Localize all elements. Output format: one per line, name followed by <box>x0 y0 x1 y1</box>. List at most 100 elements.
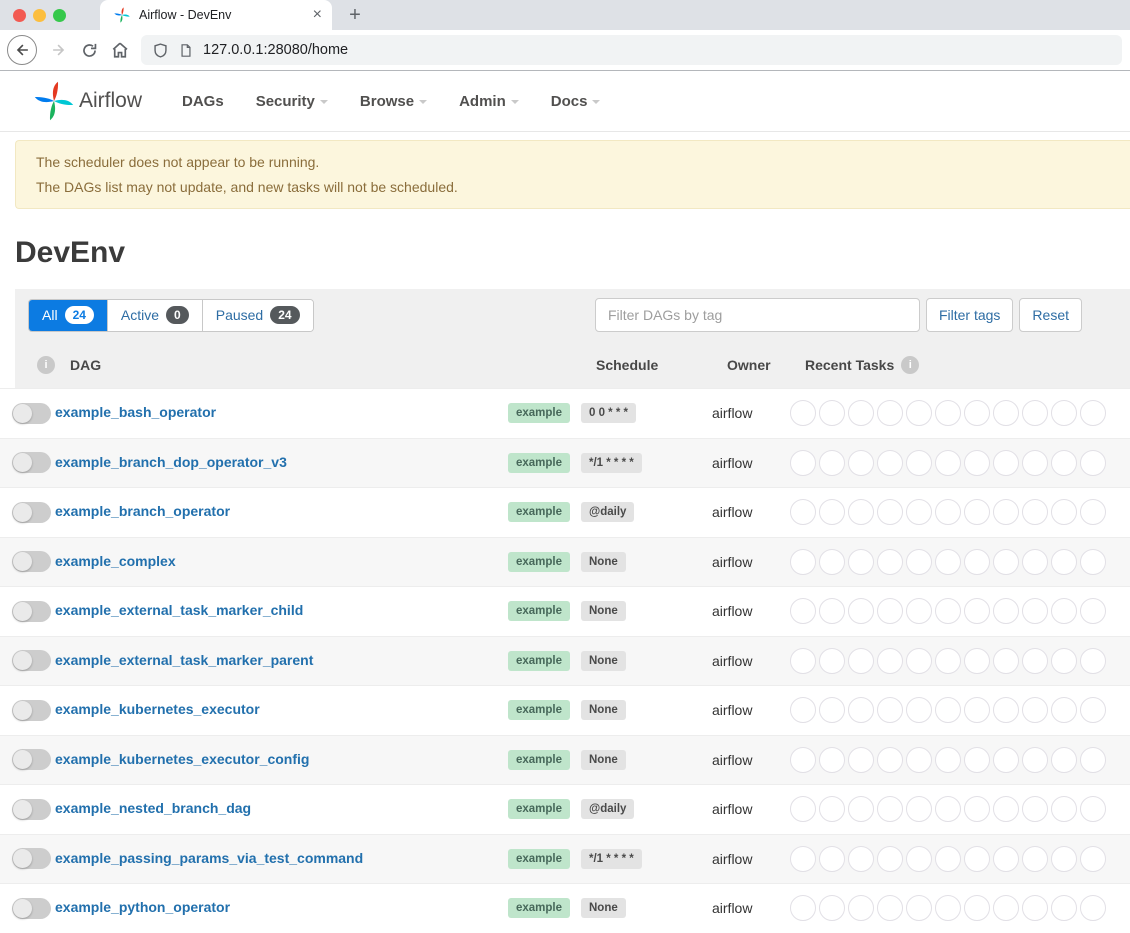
dag-tag-badge[interactable]: example <box>508 453 570 473</box>
recent-task-circle[interactable] <box>964 549 990 575</box>
recent-task-circle[interactable] <box>1080 796 1106 822</box>
recent-task-circle[interactable] <box>935 697 961 723</box>
recent-task-circle[interactable] <box>1051 697 1077 723</box>
recent-task-circle[interactable] <box>790 747 816 773</box>
recent-task-circle[interactable] <box>848 796 874 822</box>
filter-tab-all[interactable]: All 24 <box>29 300 107 331</box>
recent-task-circle[interactable] <box>848 697 874 723</box>
recent-task-circle[interactable] <box>819 846 845 872</box>
new-tab-button[interactable]: + <box>342 2 368 28</box>
recent-task-circle[interactable] <box>1022 697 1048 723</box>
recent-task-circle[interactable] <box>1080 549 1106 575</box>
menu-item-docs[interactable]: Docs <box>551 93 601 110</box>
recent-task-circle[interactable] <box>877 598 903 624</box>
recent-task-circle[interactable] <box>848 499 874 525</box>
recent-task-circle[interactable] <box>964 846 990 872</box>
reload-button[interactable] <box>81 42 98 59</box>
dag-pause-toggle[interactable] <box>12 502 51 523</box>
recent-task-circle[interactable] <box>1080 895 1106 921</box>
recent-task-circle[interactable] <box>819 499 845 525</box>
dag-pause-toggle[interactable] <box>12 749 51 770</box>
recent-task-circle[interactable] <box>906 450 932 476</box>
schedule-badge[interactable]: 0 0 * * * <box>581 403 636 423</box>
recent-task-circle[interactable] <box>993 400 1019 426</box>
dag-pause-toggle[interactable] <box>12 551 51 572</box>
recent-task-circle[interactable] <box>1051 400 1077 426</box>
recent-task-circle[interactable] <box>906 747 932 773</box>
schedule-badge[interactable]: None <box>581 750 626 770</box>
recent-task-circle[interactable] <box>848 648 874 674</box>
recent-task-circle[interactable] <box>935 499 961 525</box>
recent-task-circle[interactable] <box>819 400 845 426</box>
dag-pause-toggle[interactable] <box>12 650 51 671</box>
dag-pause-toggle[interactable] <box>12 601 51 622</box>
recent-task-circle[interactable] <box>1080 846 1106 872</box>
dag-pause-toggle[interactable] <box>12 799 51 820</box>
recent-task-circle[interactable] <box>790 796 816 822</box>
recent-task-circle[interactable] <box>906 499 932 525</box>
recent-task-circle[interactable] <box>790 697 816 723</box>
back-button[interactable] <box>7 35 37 65</box>
dag-pause-toggle[interactable] <box>12 452 51 473</box>
airflow-brand-link[interactable]: Airflow <box>34 81 142 121</box>
menu-item-admin[interactable]: Admin <box>459 93 519 110</box>
recent-task-circle[interactable] <box>1051 747 1077 773</box>
recent-task-circle[interactable] <box>935 450 961 476</box>
schedule-badge[interactable]: None <box>581 651 626 671</box>
recent-task-circle[interactable] <box>935 846 961 872</box>
schedule-badge[interactable]: None <box>581 700 626 720</box>
recent-task-circle[interactable] <box>964 450 990 476</box>
recent-task-circle[interactable] <box>877 697 903 723</box>
recent-task-circle[interactable] <box>993 747 1019 773</box>
schedule-badge[interactable]: */1 * * * * <box>581 849 642 869</box>
recent-task-circle[interactable] <box>935 598 961 624</box>
filter-tab-active[interactable]: Active 0 <box>107 300 202 331</box>
window-close-button[interactable] <box>13 9 26 22</box>
recent-task-circle[interactable] <box>935 895 961 921</box>
recent-task-circle[interactable] <box>790 400 816 426</box>
recent-task-circle[interactable] <box>877 450 903 476</box>
dag-link[interactable]: example_branch_dop_operator_v3 <box>55 454 287 470</box>
recent-task-circle[interactable] <box>1022 400 1048 426</box>
recent-task-circle[interactable] <box>1080 499 1106 525</box>
recent-task-circle[interactable] <box>1022 549 1048 575</box>
dag-pause-toggle[interactable] <box>12 848 51 869</box>
recent-task-circle[interactable] <box>993 895 1019 921</box>
recent-task-circle[interactable] <box>790 499 816 525</box>
url-bar[interactable]: 127.0.0.1:28080/home <box>141 35 1122 65</box>
recent-task-circle[interactable] <box>1051 499 1077 525</box>
dag-pause-toggle[interactable] <box>12 898 51 919</box>
recent-task-circle[interactable] <box>935 400 961 426</box>
dag-link[interactable]: example_python_operator <box>55 899 230 915</box>
recent-task-circle[interactable] <box>1022 895 1048 921</box>
recent-task-circle[interactable] <box>819 549 845 575</box>
recent-task-circle[interactable] <box>848 747 874 773</box>
dag-tag-badge[interactable]: example <box>508 799 570 819</box>
recent-task-circle[interactable] <box>877 499 903 525</box>
dag-tag-badge[interactable]: example <box>508 502 570 522</box>
recent-task-circle[interactable] <box>1022 450 1048 476</box>
recent-task-circle[interactable] <box>848 450 874 476</box>
recent-task-circle[interactable] <box>964 400 990 426</box>
recent-task-circle[interactable] <box>1051 846 1077 872</box>
recent-task-circle[interactable] <box>906 400 932 426</box>
recent-task-circle[interactable] <box>1080 697 1106 723</box>
recent-task-circle[interactable] <box>1051 895 1077 921</box>
recent-task-circle[interactable] <box>1022 747 1048 773</box>
dag-tag-badge[interactable]: example <box>508 552 570 572</box>
tab-close-icon[interactable]: × <box>313 7 322 23</box>
recent-task-circle[interactable] <box>790 549 816 575</box>
recent-task-circle[interactable] <box>1051 450 1077 476</box>
dag-link[interactable]: example_branch_operator <box>55 503 230 519</box>
filter-tags-button[interactable]: Filter tags <box>926 298 1013 332</box>
recent-task-circle[interactable] <box>877 549 903 575</box>
recent-task-circle[interactable] <box>1022 499 1048 525</box>
dag-pause-toggle[interactable] <box>12 403 51 424</box>
dag-link[interactable]: example_nested_branch_dag <box>55 800 251 816</box>
recent-task-circle[interactable] <box>819 796 845 822</box>
recent-task-circle[interactable] <box>1051 598 1077 624</box>
recent-task-circle[interactable] <box>790 450 816 476</box>
recent-task-circle[interactable] <box>1022 598 1048 624</box>
recent-task-circle[interactable] <box>993 549 1019 575</box>
recent-task-circle[interactable] <box>906 697 932 723</box>
